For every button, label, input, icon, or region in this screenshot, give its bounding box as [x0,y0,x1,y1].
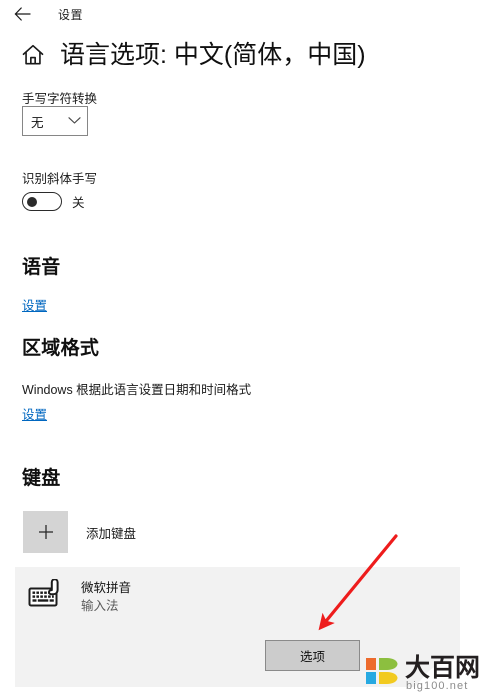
add-keyboard-row[interactable]: 添加键盘 [23,511,136,553]
back-button[interactable] [0,1,44,27]
italic-recognition-toggle[interactable] [22,192,62,211]
watermark-logo: 大百网 big100.net [366,654,500,694]
keyboard-ime-icon [28,578,70,613]
ime-subtitle: 输入法 [81,599,119,613]
watermark-url: big100.net [406,680,468,692]
plus-icon [38,524,54,540]
chevron-down-icon [68,112,81,130]
italic-recognition-row: 关 [22,192,85,211]
speech-settings-link[interactable]: 设置 [22,295,47,314]
watermark-title: 大百网 [405,654,480,682]
back-arrow-icon [14,7,31,21]
add-keyboard-label: 添加键盘 [86,526,137,541]
region-format-settings-link[interactable]: 设置 [22,404,47,423]
window-title: 设置 [58,7,84,22]
toggle-knob [26,196,37,207]
home-icon[interactable] [20,42,46,68]
italic-recognition-label: 识别斜体手写 [22,172,98,186]
dropdown-selected-value: 无 [31,115,44,130]
handwriting-conversion-dropdown[interactable]: 无 [22,106,88,136]
keyboard-heading: 键盘 [22,468,61,489]
ime-name: 微软拼音 [81,581,132,595]
speech-heading: 语音 [22,257,61,278]
page-header: 语言选项: 中文(简体，中国) [20,42,366,68]
handwriting-conversion-label: 手写字符转换 [22,92,98,106]
toggle-state-label: 关 [72,196,85,210]
title-bar: 设置 [0,0,500,28]
page-title: 语言选项: 中文(简体，中国) [60,40,366,69]
add-keyboard-button[interactable] [23,511,68,553]
region-format-heading: 区域格式 [22,338,100,359]
settings-window: 设置 语言选项: 中文(简体，中国) 手写字符转换 无 识别斜体手写 关 语音 [0,0,500,694]
region-format-description: Windows 根据此语言设置日期和时间格式 [22,383,252,397]
ime-options-button[interactable]: 选项 [265,640,360,671]
